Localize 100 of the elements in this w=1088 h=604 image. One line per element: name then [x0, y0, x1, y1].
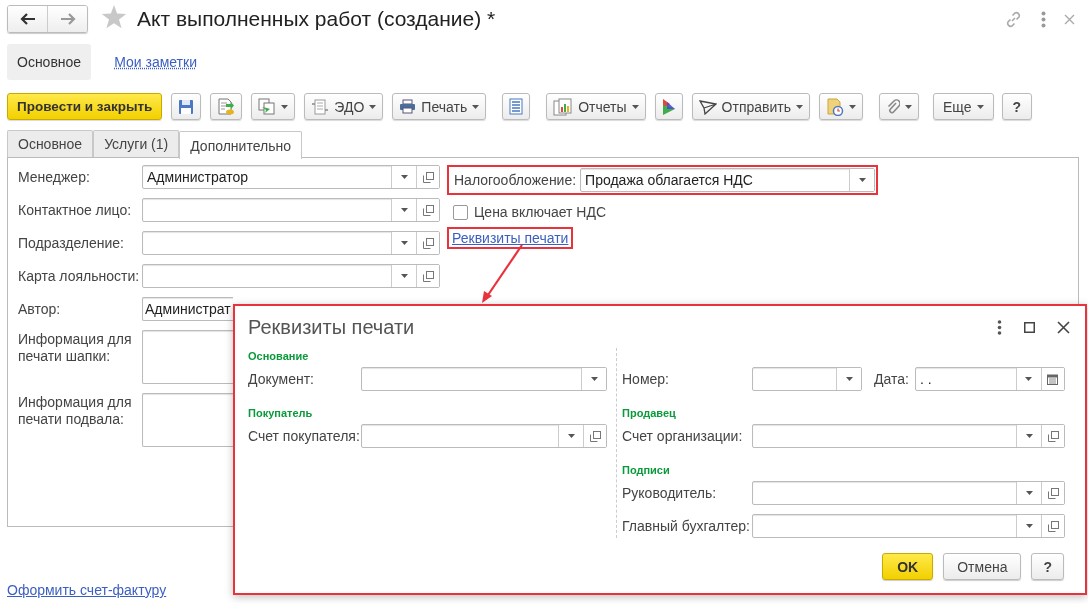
combo-field[interactable]	[752, 424, 1065, 448]
toolbar-button[interactable]	[819, 93, 864, 120]
back-button[interactable]	[8, 6, 47, 32]
star-icon[interactable]	[101, 5, 127, 30]
link-icon[interactable]	[1004, 9, 1023, 29]
toolbar-button[interactable]: Отправить	[691, 93, 811, 120]
combo-field[interactable]	[361, 424, 607, 448]
field-label: Подразделение:	[18, 234, 125, 253]
triangles-icon	[661, 97, 676, 116]
combo-field[interactable]	[752, 367, 862, 391]
open-window-icon	[1047, 487, 1059, 499]
field-label: Руководитель:	[622, 484, 718, 503]
caret-icon	[796, 104, 804, 109]
open-window-icon	[589, 430, 601, 442]
text-area[interactable]	[142, 393, 233, 447]
tab[interactable]: Дополнительно	[179, 131, 302, 159]
field-label: Информация для печати подвала:	[18, 393, 133, 428]
text-field[interactable]: Администрат	[142, 297, 233, 321]
section-tab[interactable]: Основное	[7, 44, 92, 80]
field-label: Документ:	[248, 370, 315, 389]
checkbox[interactable]	[453, 204, 468, 220]
caret-icon	[590, 377, 598, 381]
window-title: Акт выполненных работ (создание) *	[137, 7, 496, 31]
toolbar-button[interactable]: ?	[1001, 93, 1033, 120]
field-label: Информация для печати шапки:	[18, 330, 133, 365]
field-label: Главный бухгалтер:	[622, 517, 751, 536]
paperclip-icon	[886, 98, 901, 115]
field-label: Контактное лицо:	[18, 201, 133, 220]
section-heading: Основание	[248, 349, 310, 364]
caret-icon	[1025, 434, 1033, 438]
combo-field[interactable]: Продажа облагается НДС	[580, 168, 876, 192]
tab[interactable]: Услуги (1)	[93, 130, 180, 157]
combo-field[interactable]	[752, 514, 1065, 538]
dialog-button[interactable]: ?	[1031, 553, 1064, 580]
dialog-button[interactable]: Отмена	[943, 553, 1022, 580]
ok-button[interactable]: OK	[882, 553, 934, 580]
tab[interactable]: Основное	[7, 130, 94, 157]
dialog-title: Реквизиты печати	[248, 315, 415, 339]
back-arrow-icon	[19, 13, 36, 25]
document-exchange-icon	[311, 98, 330, 115]
caret-icon	[400, 274, 408, 278]
toolbar-button[interactable]	[502, 93, 531, 120]
list-icon	[509, 98, 524, 115]
caret-icon	[472, 104, 480, 109]
toolbar-button[interactable]: Печать	[392, 93, 487, 120]
combo-field[interactable]: . .	[914, 367, 1065, 391]
toolbar-button[interactable]	[171, 93, 202, 120]
open-window-icon	[1047, 430, 1059, 442]
toolbar-button[interactable]	[654, 93, 683, 120]
text-area[interactable]	[142, 330, 233, 384]
calendar-icon	[1047, 373, 1059, 385]
field-label: Дата:	[874, 371, 909, 387]
field-label: Налогообложение:	[453, 172, 578, 188]
caret-icon	[845, 377, 853, 381]
caret-icon	[1025, 524, 1033, 528]
toolbar-button[interactable]	[210, 93, 243, 120]
caret-icon	[400, 208, 408, 212]
document-arrow-icon	[217, 97, 236, 116]
combo-field[interactable]	[142, 231, 440, 255]
close-icon[interactable]	[1057, 320, 1070, 334]
maximize-icon[interactable]	[1024, 321, 1035, 333]
field-label: Номер:	[622, 370, 670, 389]
caret-icon	[976, 104, 984, 109]
document-clock-icon	[826, 97, 845, 116]
more-icon[interactable]	[997, 319, 1002, 335]
toolbar-button[interactable]	[251, 93, 296, 120]
toolbar-button[interactable]: Еще	[933, 93, 994, 120]
combo-field[interactable]	[142, 264, 440, 288]
combo-field[interactable]	[142, 198, 440, 222]
field-label: Карта лояльности:	[18, 267, 141, 286]
section-heading: Покупатель	[248, 406, 314, 421]
caret-icon	[858, 178, 866, 182]
open-window-icon	[422, 171, 434, 183]
caret-icon	[400, 241, 408, 245]
caret-icon	[1025, 491, 1033, 495]
field-label: Менеджер:	[18, 168, 91, 187]
field-label: Счет покупателя:	[248, 427, 361, 446]
field-label: Автор:	[18, 300, 62, 319]
combo-field[interactable]	[361, 367, 607, 391]
checkbox-label: Цена включает НДС	[474, 204, 607, 220]
section-link[interactable]: Мои заметки	[104, 44, 207, 80]
forward-arrow-icon	[59, 13, 76, 25]
section-heading: Продавец	[622, 406, 677, 421]
printer-icon	[399, 99, 417, 114]
field-label: Счет организации:	[622, 427, 744, 446]
bar-chart-icon	[553, 97, 574, 116]
caret-icon	[631, 104, 639, 109]
post-and-close-button[interactable]: Провести и закрыть	[7, 93, 163, 120]
combo-field[interactable]: Администратор	[142, 165, 440, 189]
toolbar-button[interactable]	[879, 93, 920, 120]
caret-icon	[849, 104, 857, 109]
toolbar-button[interactable]: Отчеты	[546, 93, 646, 120]
toolbar-button[interactable]: ЭДО	[304, 93, 384, 120]
open-window-icon	[422, 270, 434, 282]
print-details-link[interactable]: Реквизиты печати	[452, 230, 569, 246]
section-heading: Подписи	[622, 463, 671, 478]
caret-icon	[1025, 377, 1033, 381]
combo-field[interactable]	[752, 481, 1065, 505]
caret-icon	[281, 104, 289, 109]
paper-plane-icon	[698, 98, 717, 115]
